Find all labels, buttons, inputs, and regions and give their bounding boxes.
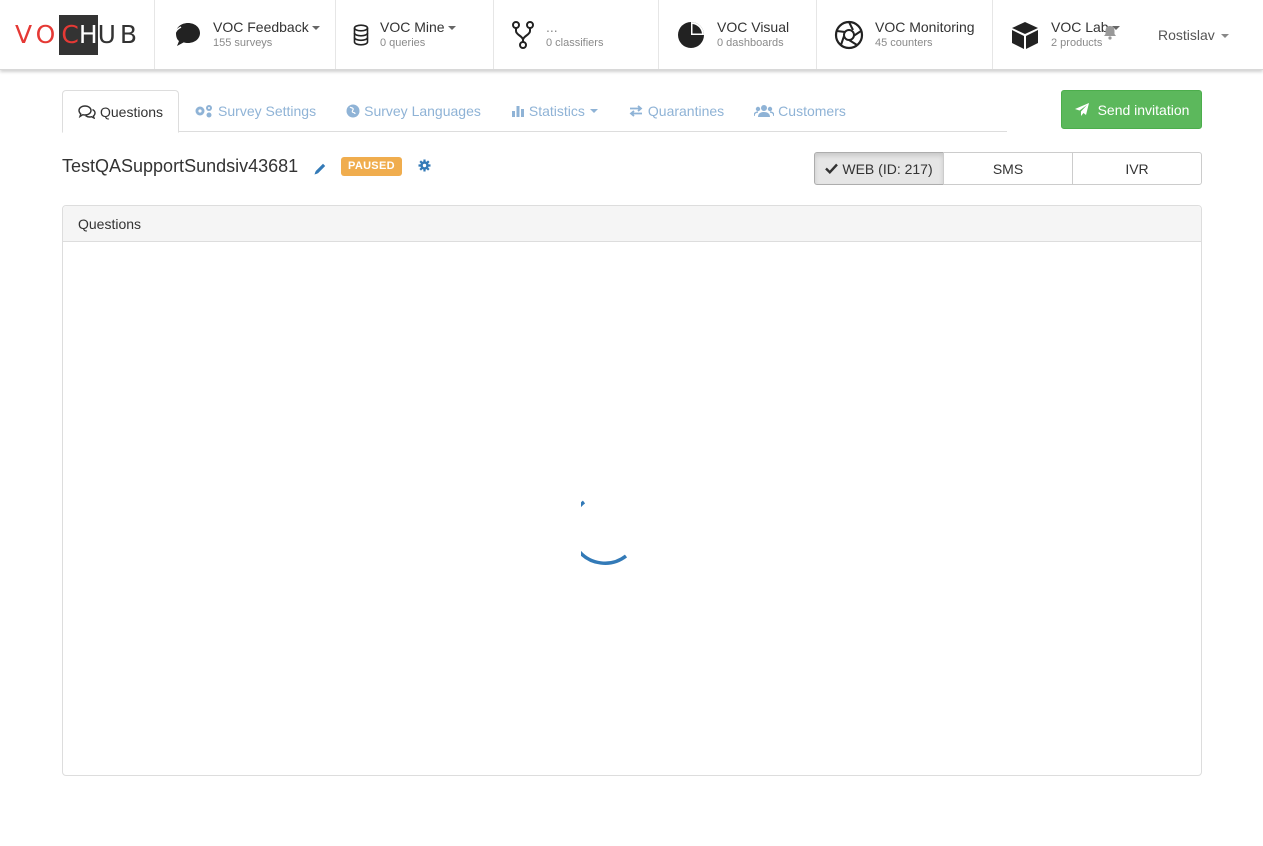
tab-statistics[interactable]: Statistics	[496, 90, 613, 132]
top-navbar: VO CH UB VOC Feedback 155 surveys VOC Mi…	[0, 0, 1263, 70]
tab-quarantines[interactable]: Quarantines	[613, 90, 739, 132]
user-name: Rostislav	[1158, 27, 1215, 43]
panel-heading: Questions	[63, 206, 1201, 242]
survey-title: TestQASupportSundsiv43681	[62, 156, 299, 176]
logo-text-ub: UB	[97, 20, 142, 49]
channel-sms-button[interactable]: SMS	[943, 152, 1073, 185]
nav-title: VOC Monitoring	[875, 19, 975, 35]
logo-box: CH	[59, 14, 98, 55]
nav-title: VOC Feedback	[213, 19, 320, 36]
checkmark-icon	[825, 163, 839, 174]
channel-web-label: WEB (ID: 217)	[842, 160, 933, 177]
channel-toggle-group: WEB (ID: 217) SMS IVR	[814, 152, 1202, 185]
caret-down-icon	[311, 26, 320, 31]
tab-label: Survey Languages	[364, 103, 481, 119]
comments-icon	[78, 104, 96, 119]
nav-title: VOC Visual	[717, 19, 790, 35]
channel-sms-label: SMS	[992, 160, 1024, 177]
logo-text-h: H	[78, 20, 98, 49]
tab-label: Quarantines	[647, 103, 725, 119]
channel-web-button[interactable]: WEB (ID: 217)	[814, 152, 944, 185]
nav-subtitle: 0 queries	[380, 37, 426, 49]
tab-survey-settings[interactable]: Survey Settings	[179, 90, 331, 132]
tab-questions[interactable]: Questions	[62, 90, 180, 133]
channel-ivr-button[interactable]: IVR	[1072, 152, 1202, 185]
loading-spinner-icon	[569, 496, 631, 569]
tab-label: Statistics	[528, 103, 585, 119]
tab-survey-languages[interactable]: Survey Languages	[331, 90, 496, 132]
nav-classifiers[interactable]: ... 0 classifiers	[494, 0, 659, 69]
exchange-icon	[629, 105, 643, 117]
globe-icon	[346, 104, 360, 118]
paper-plane-icon	[1074, 103, 1089, 116]
nav-subtitle: 0 dashboards	[717, 37, 784, 49]
pencil-icon[interactable]	[313, 162, 327, 179]
bell-icon[interactable]	[1103, 25, 1117, 43]
survey-tabs: Questions Survey Settings Survey Languag…	[62, 90, 1007, 133]
tab-label: Survey Settings	[218, 103, 317, 119]
user-menu[interactable]: Rostislav	[1158, 27, 1229, 43]
tab-label: Questions	[100, 103, 164, 120]
channel-ivr-label: IVR	[1125, 160, 1149, 177]
nav-title: ...	[546, 19, 558, 35]
pie-chart-icon	[675, 19, 707, 51]
cube-icon	[1009, 19, 1041, 51]
gear-icon[interactable]	[418, 159, 431, 175]
caret-down-icon	[589, 109, 598, 113]
nav-voc-mine[interactable]: VOC Mine 0 queries	[336, 0, 494, 69]
nav-voc-visual[interactable]: VOC Visual 0 dashboards	[659, 0, 817, 69]
tab-label: Customers	[778, 103, 846, 119]
caret-down-icon	[1220, 34, 1229, 39]
fork-icon	[510, 19, 536, 51]
aperture-icon	[833, 19, 865, 51]
nav-subtitle: 45 counters	[875, 37, 933, 49]
send-invitation-label: Send invitation	[1097, 101, 1190, 118]
database-icon	[352, 19, 370, 51]
logo-text-c: C	[61, 20, 79, 49]
logo-text-vo: VO	[15, 20, 60, 49]
nav-subtitle: 0 classifiers	[546, 37, 604, 49]
users-icon	[754, 105, 775, 117]
nav-subtitle: 155 surveys	[213, 37, 273, 49]
vochub-logo[interactable]: VO CH UB	[0, 0, 155, 69]
tab-customers[interactable]: Customers	[739, 90, 861, 132]
bar-chart-icon	[511, 106, 524, 117]
caret-down-icon	[447, 26, 456, 31]
speech-bubble-icon	[171, 19, 203, 51]
nav-title: VOC Mine	[380, 19, 456, 36]
nav-voc-monitoring[interactable]: VOC Monitoring 45 counters	[817, 0, 993, 69]
questions-panel: Questions	[62, 205, 1202, 776]
status-badge: PAUSED	[341, 157, 402, 176]
send-invitation-button[interactable]: Send invitation	[1061, 90, 1202, 129]
gears-icon	[195, 105, 213, 118]
nav-voc-feedback[interactable]: VOC Feedback 155 surveys	[155, 0, 336, 69]
